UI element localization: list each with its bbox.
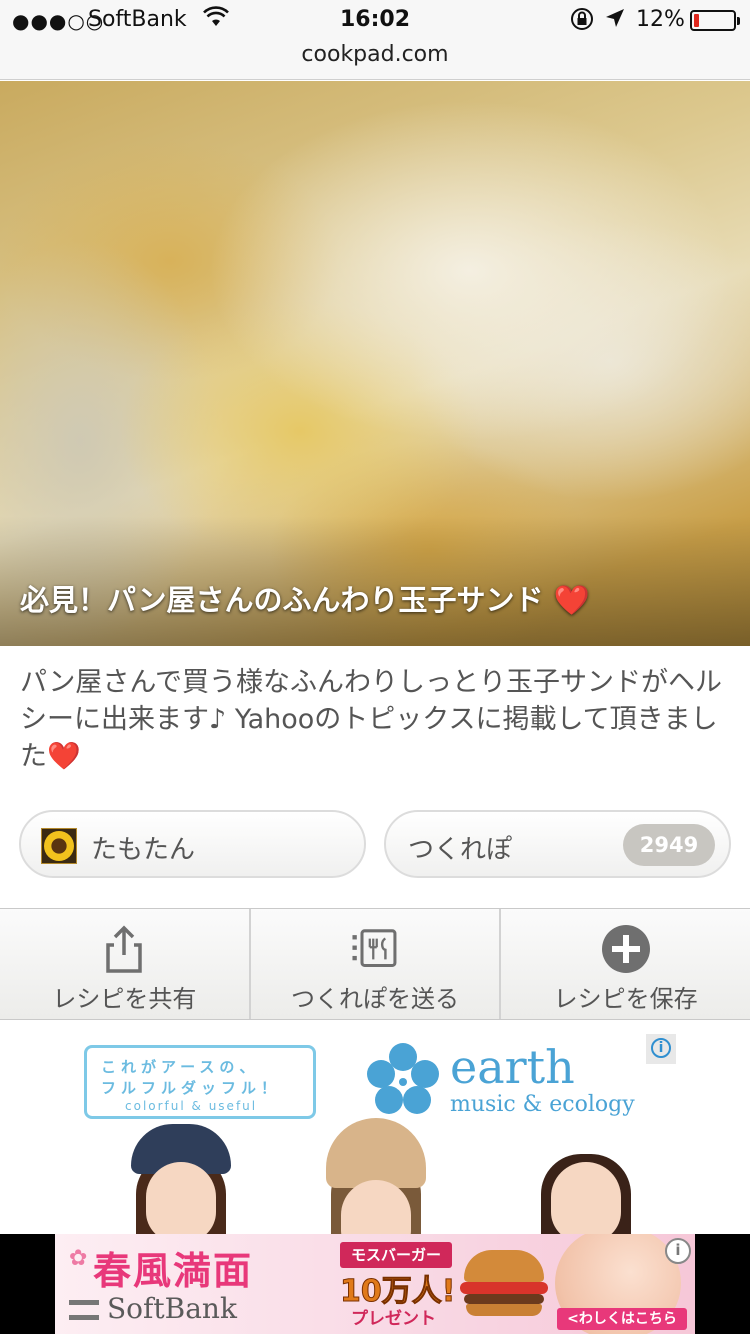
author-button[interactable]: たもたん bbox=[19, 810, 366, 878]
ad-info-button[interactable]: i bbox=[646, 1034, 676, 1064]
ad-brand-subtitle: music & ecology bbox=[450, 1092, 635, 1117]
recipe-photo[interactable]: 必見！パン屋さんのふんわり玉子サンド ❤️ bbox=[0, 81, 750, 646]
model-hat bbox=[326, 1118, 426, 1188]
ad-tagline-line1: これがアースの、 bbox=[101, 1058, 260, 1076]
ad-brand-name: SoftBank bbox=[107, 1292, 237, 1325]
battery-percent: 12% bbox=[636, 7, 685, 32]
status-bar: ●●●○○ SoftBank 16:02 12% bbox=[0, 0, 750, 40]
tsukurepo-count-badge: 2949 bbox=[623, 824, 715, 866]
burger-tomato bbox=[460, 1282, 548, 1294]
bottom-ad-bar: ✿ 春風満面 SoftBank モスバーガー 10万人! プレゼント <わしくは… bbox=[0, 1234, 750, 1334]
author-name: たもたん bbox=[91, 835, 196, 865]
ad-brand-name: earth bbox=[450, 1040, 575, 1094]
send-tsukurepo-button[interactable]: つくれぽを送る bbox=[251, 909, 502, 1019]
ad-tagline-box: これがアースの、 フルフルダッフル！ colorful & useful bbox=[84, 1045, 316, 1119]
add-icon bbox=[601, 925, 650, 973]
ad-model-photo bbox=[311, 1118, 441, 1234]
author-avatar bbox=[41, 828, 77, 864]
ad-headline: 春風満面 bbox=[93, 1249, 254, 1293]
battery-level bbox=[694, 14, 699, 27]
ad-model-photo bbox=[521, 1124, 651, 1234]
share-recipe-button[interactable]: レシピを共有 bbox=[0, 909, 251, 1019]
send-tsukurepo-label: つくれぽを送る bbox=[291, 985, 459, 1013]
ad-info-icon[interactable] bbox=[665, 1238, 691, 1264]
softbank-ad-banner[interactable]: ✿ 春風満面 SoftBank モスバーガー 10万人! プレゼント <わしくは… bbox=[55, 1234, 695, 1334]
location-arrow-icon bbox=[603, 6, 627, 38]
burger-image bbox=[460, 1248, 548, 1318]
burger-patty bbox=[464, 1294, 544, 1304]
heart-icon: ❤️ bbox=[47, 741, 81, 772]
ad-model-photo bbox=[116, 1124, 246, 1234]
recipe-description: パン屋さんで買う様なふんわりしっとり玉子サンドがヘルシーに出来ます♪ Yahoo… bbox=[20, 664, 730, 775]
heart-icon: ❤️ bbox=[553, 583, 590, 617]
address-bar[interactable]: cookpad.com bbox=[0, 40, 750, 80]
recipe-title: 必見！パン屋さんのふんわり玉子サンド ❤️ bbox=[20, 577, 590, 619]
earth-ad-banner[interactable]: これがアースの、 フルフルダッフル！ colorful & useful ear… bbox=[76, 1034, 676, 1234]
burger-bun-top bbox=[464, 1250, 544, 1282]
url-text: cookpad.com bbox=[301, 42, 449, 67]
ad-promo-top: モスバーガー bbox=[340, 1242, 452, 1268]
sakura-icon: ✿ bbox=[69, 1246, 88, 1271]
recipe-description-text: パン屋さんで買う様なふんわりしっとり玉子サンドがヘルシーに出来ます♪ Yahoo… bbox=[20, 667, 722, 772]
recipe-action-bar: レシピを共有 つくれぽを送る レシピを保存 bbox=[0, 908, 750, 1020]
burger-bun-bottom bbox=[466, 1304, 542, 1316]
tsukurepo-label: つくれぽ bbox=[408, 835, 513, 865]
rotation-lock-icon bbox=[569, 6, 595, 38]
tsukurepo-icon bbox=[352, 929, 397, 967]
tsukurepo-button[interactable]: つくれぽ 2949 bbox=[384, 810, 731, 878]
model-face bbox=[146, 1162, 216, 1234]
info-icon: i bbox=[651, 1038, 671, 1058]
battery-icon bbox=[690, 10, 740, 31]
earth-flower-logo-icon bbox=[367, 1043, 439, 1114]
ad-more-link[interactable]: <わしくはこちら>> bbox=[557, 1308, 687, 1334]
save-recipe-label: レシピを保存 bbox=[553, 985, 698, 1013]
ad-promo-bottom: プレゼント bbox=[351, 1309, 436, 1329]
share-recipe-label: レシピを共有 bbox=[52, 985, 197, 1013]
sunflower-icon bbox=[44, 831, 74, 861]
softbank-logo-icon bbox=[69, 1300, 99, 1320]
model-face bbox=[551, 1162, 621, 1234]
save-recipe-button[interactable]: レシピを保存 bbox=[501, 909, 750, 1019]
ad-tagline-line2: フルフルダッフル！ bbox=[101, 1079, 282, 1097]
recipe-title-text: 必見！パン屋さんのふんわり玉子サンド bbox=[20, 583, 544, 617]
ad-tagline-line3: colorful & useful bbox=[125, 1099, 258, 1113]
share-icon bbox=[106, 925, 143, 973]
